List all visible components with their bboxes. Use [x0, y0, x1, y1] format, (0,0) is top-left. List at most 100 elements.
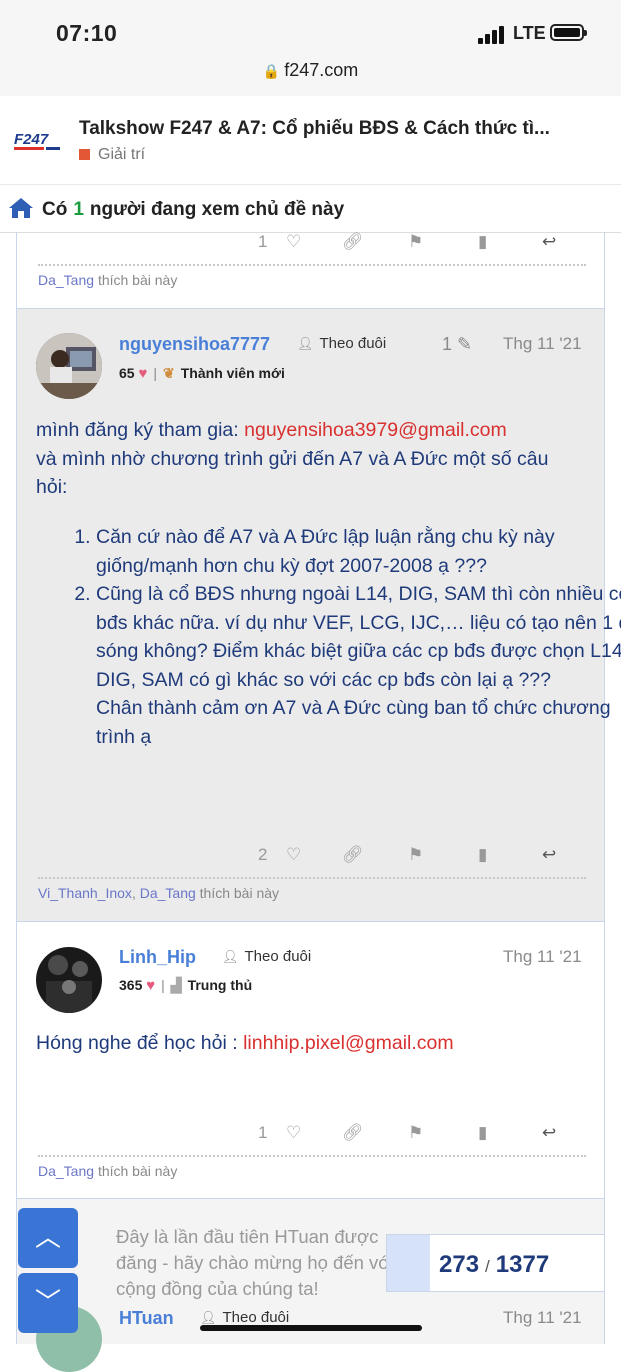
liker-link[interactable]: Da_Tang [38, 1163, 94, 1179]
signal-icon [478, 26, 508, 44]
like-count: 1 [258, 232, 268, 251]
rank-icon: ▟ [170, 977, 182, 993]
follow-button[interactable]: 👤︎ Theo đuôi [222, 948, 311, 965]
avatar[interactable] [36, 947, 102, 1013]
link-icon[interactable]: 🔗︎ [342, 845, 364, 865]
flag-icon[interactable]: ⚑ [408, 1123, 423, 1143]
email-link[interactable]: nguyensihoa3979@gmail.com [244, 419, 507, 441]
progress-fill [387, 1235, 430, 1291]
bookmark-icon[interactable]: ▮ [478, 1123, 487, 1143]
home-indicator [200, 1325, 422, 1331]
viewers-suffix: người đang xem chủ đề này [89, 199, 345, 220]
rank-label: Thành viên mới [180, 365, 285, 381]
clock: 07:10 [56, 20, 118, 46]
progress-current: 273 [439, 1251, 480, 1278]
address-bar[interactable]: 🔒 f247.com [0, 60, 621, 81]
topic-title[interactable]: Talkshow F247 & A7: Cổ phiếu BĐS & Cách … [79, 118, 550, 140]
rank-label: Trung thủ [187, 977, 253, 993]
category-color-icon [79, 149, 90, 160]
flag-icon[interactable]: ⚑ [408, 232, 423, 252]
liker-link[interactable]: Da_Tang [38, 272, 94, 288]
body-text: Hóng nghe để học hỏi : [36, 1032, 244, 1054]
edit-count: 1 [442, 334, 453, 354]
post-body: Hóng nghe để học hỏi : linhhip.pixel@gma… [36, 1029, 581, 1058]
likes-suffix: thích bài này [199, 885, 280, 901]
username[interactable]: Linh_Hip [119, 947, 196, 968]
add-user-icon: 👤︎ [200, 1310, 217, 1325]
pencil-icon: ✎ [457, 334, 473, 354]
list-item: Căn cứ nào để A7 và A Đức lập luận rằng … [96, 523, 621, 580]
topic-header [0, 96, 621, 185]
logo-text: F247 [14, 131, 49, 148]
reply-icon[interactable]: ↩ [542, 1123, 556, 1143]
chevron-up-icon: ︿ [34, 1222, 61, 1252]
prev-post-likers: Da_Tang thích bài này [38, 264, 586, 288]
follow-label: Theo đuôi [244, 948, 312, 965]
prev-post-actions: 1 ♡ 🔗︎ ⚑ ▮ ↩ [258, 232, 568, 256]
body-text: và mình nhờ chương trình gửi đến A7 và A… [36, 447, 549, 499]
follow-button[interactable]: 👤︎ Theo đuôi [297, 335, 386, 352]
liker-link[interactable]: Da_Tang [140, 885, 196, 901]
link-icon[interactable]: 🔗︎ [342, 1123, 364, 1143]
post-body-intro: mình đăng ký tham gia: nguyensihoa3979@g… [36, 416, 581, 502]
heart-filled-icon: ♥ [146, 977, 156, 994]
heart-icon[interactable]: ♡ [286, 845, 301, 865]
question-list: Căn cứ nào để A7 và A Đức lập luận rằng … [36, 523, 621, 751]
list-item: Cũng là cổ BĐS nhưng ngoài L14, DIG, SAM… [96, 580, 621, 751]
heart-icon[interactable]: ♡ [286, 232, 301, 252]
username[interactable]: HTuan [119, 1308, 174, 1329]
battery-icon [550, 24, 587, 41]
body-text: mình đăng ký tham gia: [36, 419, 245, 441]
chevron-down-icon: ﹀ [34, 1287, 61, 1317]
user-stats: 65 ♥ | ❦ Thành viên mới [119, 365, 285, 382]
heart-count: 65 [119, 365, 135, 381]
viewers-bar: Có 1 người đang xem chủ đề này [0, 186, 621, 233]
heart-filled-icon: ♥ [138, 365, 148, 382]
post-likers: Vi_Thanh_Inox, Da_Tang thích bài này [38, 877, 586, 901]
heart-count: 365 [119, 977, 143, 993]
scroll-up-button[interactable]: ︿ [18, 1208, 78, 1268]
flag-icon[interactable]: ⚑ [408, 845, 423, 865]
likes-suffix: thích bài này [97, 1163, 178, 1179]
like-count: 2 [258, 845, 268, 864]
network-label: LTE [513, 23, 546, 43]
reply-icon[interactable]: ↩ [542, 845, 556, 865]
post-likers: Da_Tang thích bài này [38, 1155, 586, 1179]
post-actions: 1 ♡ 🔗︎ ⚑ ▮ ↩ [258, 1123, 568, 1147]
add-user-icon: 👤︎ [297, 336, 314, 351]
first-post-notice: Đây là lần đầu tiên HTuan được đăng - hã… [116, 1226, 395, 1299]
viewers-count: 1 [73, 199, 84, 220]
follow-label: Theo đuôi [222, 1309, 290, 1326]
rank-icon: ❦ [163, 365, 175, 381]
url-text: f247.com [284, 60, 359, 80]
user-stats: 365 ♥ | ▟ Trung thủ [119, 977, 253, 994]
username[interactable]: nguyensihoa7777 [119, 334, 270, 355]
post-date[interactable]: Thg 11 '21 [503, 334, 582, 354]
home-icon[interactable] [8, 196, 34, 225]
scroll-down-button[interactable]: ﹀ [18, 1273, 78, 1333]
topic-category[interactable]: Giải trí [79, 146, 145, 164]
topic-progress[interactable]: 273/1377 [386, 1234, 605, 1292]
post-date[interactable]: Thg 11 '21 [503, 1308, 582, 1328]
post-actions: 2 ♡ 🔗︎ ⚑ ▮ ↩ [258, 845, 568, 869]
site-logo[interactable]: F247 [14, 130, 64, 157]
likes-suffix: thích bài này [97, 272, 178, 288]
viewers-prefix: Có [42, 199, 68, 220]
bookmark-icon[interactable]: ▮ [478, 845, 487, 865]
email-link[interactable]: linhhip.pixel@gmail.com [243, 1032, 454, 1054]
like-count: 1 [258, 1123, 268, 1142]
follow-button[interactable]: 👤︎ Theo đuôi [200, 1309, 289, 1326]
reply-icon[interactable]: ↩ [542, 232, 556, 252]
lock-icon: 🔒 [262, 63, 281, 79]
heart-icon[interactable]: ♡ [286, 1123, 301, 1143]
browser-status-bar: 07:10 LTE 🔒 f247.com [0, 0, 621, 96]
progress-total: 1377 [495, 1251, 550, 1278]
category-label: Giải trí [98, 146, 146, 163]
post-date[interactable]: Thg 11 '21 [503, 947, 582, 967]
avatar[interactable] [36, 333, 102, 399]
liker-link[interactable]: Vi_Thanh_Inox [38, 885, 132, 901]
link-icon[interactable]: 🔗︎ [342, 232, 364, 252]
follow-label: Theo đuôi [319, 335, 387, 352]
bookmark-icon[interactable]: ▮ [478, 232, 487, 252]
edit-history[interactable]: 1 ✎ [442, 334, 472, 355]
